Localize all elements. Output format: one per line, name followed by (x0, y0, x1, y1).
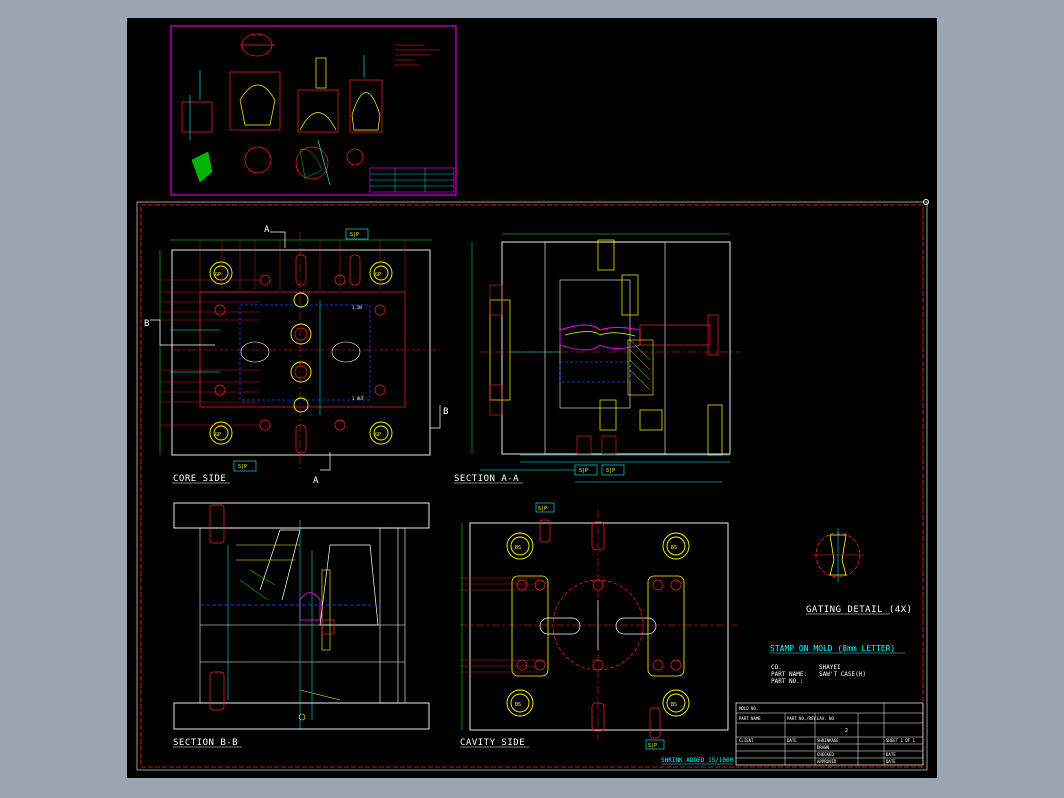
tag-sp-aa-2: S|P (606, 468, 615, 474)
tag-bs-4: BS (671, 702, 677, 708)
tb-checked: CHECKED (817, 752, 834, 757)
tag-gp-2: GP (375, 272, 381, 278)
section-marker-b-left: B (144, 319, 150, 329)
tb-date: DATE (787, 738, 797, 743)
tag-gp-1: GP (215, 272, 221, 278)
section-marker-a-top: A (264, 225, 270, 235)
tb-shrinkage: SHRINKAGE (817, 738, 839, 743)
drawing-border (136, 199, 929, 771)
section-marker-a-bottom: A (313, 476, 319, 486)
tag-in: 1 IN (352, 305, 362, 310)
tag-out: 1 OUT (352, 396, 365, 401)
tb-drawn: DRAWN (817, 745, 830, 750)
tag-sp-core-bottom: S|P (238, 464, 247, 470)
tag-sp-cav-bottom: S|P (648, 743, 657, 749)
co-value: SHAYEI (819, 664, 841, 671)
tb-cav-no: CAV. NO (817, 716, 834, 721)
tag-sp-aa-1: S|P (579, 468, 588, 474)
tag-sp-cav-top: S|P (538, 506, 547, 512)
tag-bs-3: BS (515, 702, 521, 708)
part-name-label: PART NAME: (771, 671, 807, 678)
cad-viewport[interactable]: A B B A GP GP GP GP 1 IN 1 OUT S|P S|P C… (127, 18, 937, 778)
section-aa-view[interactable]: S|P S|P SECTION A-A (454, 233, 740, 484)
tb-mold-no: MOLD NO. (739, 706, 758, 711)
tb-date-3: DATE (886, 759, 896, 764)
section-bb-view[interactable]: SECTION B-B (173, 502, 430, 748)
shrink-note: SHRINK ADDED 15/1000 (661, 757, 734, 764)
core-side-view[interactable]: A B B A GP GP GP GP 1 IN 1 OUT S|P S|P C… (144, 225, 449, 486)
tag-gp-3: GP (215, 432, 221, 438)
tb-part-no-rev: PART NO./REV. (787, 716, 818, 721)
co-label: CO. (771, 664, 782, 671)
tb-sheet: SHEET 1 OF 1 (886, 738, 915, 743)
title-block[interactable]: MOLD NO. PART NAME PART NO./REV. CAV. NO… (735, 702, 924, 766)
tag-gp-4: GP (375, 432, 381, 438)
section-marker-b-right: B (443, 407, 449, 417)
gating-detail[interactable]: GATING DETAIL (4X) (806, 528, 913, 615)
tb-part-name: PART NAME (739, 716, 761, 721)
section-aa-label: SECTION A-A (454, 474, 519, 484)
stamp-heading: STAMP ON MOLD (8mm LETTER) (770, 644, 895, 653)
cavity-side-label: CAVITY SIDE (460, 738, 525, 748)
section-bb-label: SECTION B-B (173, 738, 238, 748)
part-no-label: PART NO.: (771, 678, 804, 685)
core-side-label: CORE SIDE (173, 474, 226, 484)
mold-drawing: A B B A GP GP GP GP 1 IN 1 OUT S|P S|P C… (136, 25, 929, 771)
thumbnail-inset (170, 25, 457, 196)
tb-client: CLIENT (739, 738, 754, 743)
cavity-side-view[interactable]: S|P S|P BS BS BS BS CAVITY SIDE (460, 502, 738, 750)
tag-bs-2: BS (671, 545, 677, 551)
tag-sp-core-top: S|P (350, 232, 359, 238)
tb-approved: APPROVED (817, 759, 837, 764)
tb-date-2: DATE (886, 752, 896, 757)
tb-cav-value: 2 (845, 728, 848, 734)
part-name-value: SAW'T CASE(H) (819, 671, 866, 678)
gating-detail-label: GATING DETAIL (4X) (806, 605, 913, 615)
tag-bs-1: BS (515, 545, 521, 551)
title-note: STAMP ON MOLD (8mm LETTER) CO. SHAYEI PA… (770, 644, 905, 685)
